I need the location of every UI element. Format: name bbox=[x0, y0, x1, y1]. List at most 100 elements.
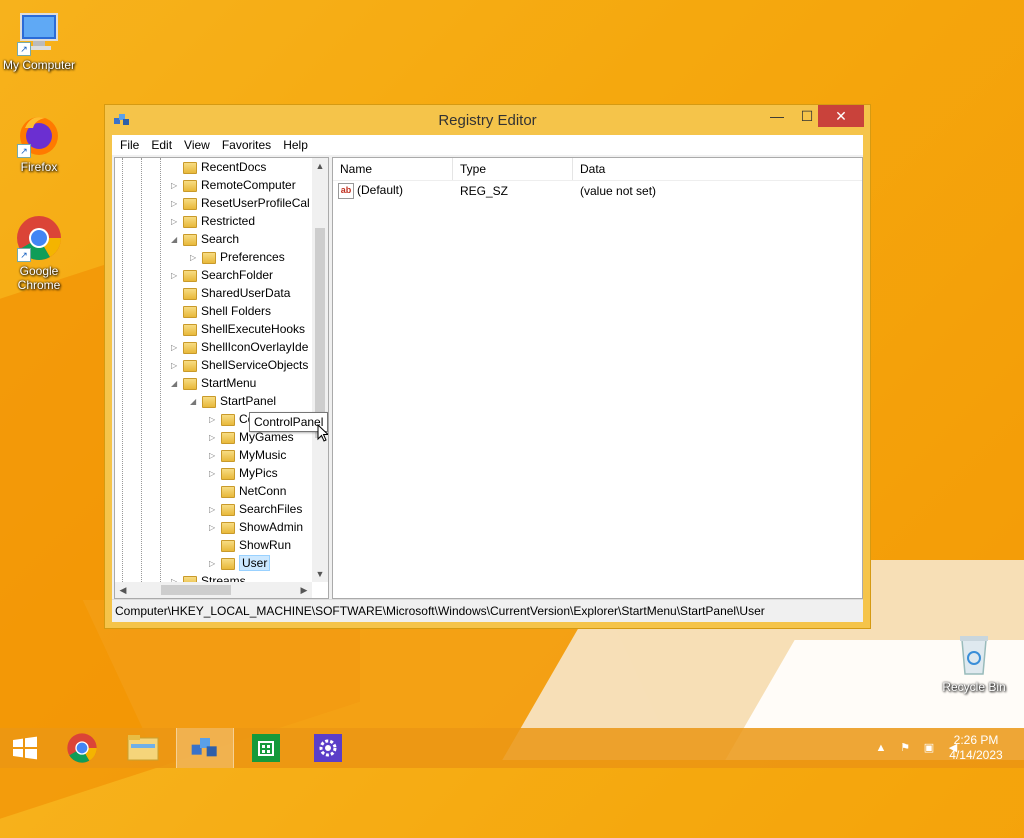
expand-arrow-icon[interactable]: ▷ bbox=[171, 339, 181, 357]
expand-arrow-icon[interactable]: ▷ bbox=[171, 357, 181, 375]
desktop-icon-recycle-bin[interactable]: Recycle Bin bbox=[936, 630, 1012, 694]
tree-node[interactable]: Shell Folders bbox=[171, 302, 271, 320]
clock-time: 2:26 PM bbox=[953, 733, 999, 747]
tree-horizontal-scrollbar[interactable]: ◀ ▶ bbox=[115, 582, 312, 598]
tree-node[interactable]: ▷ ShellIconOverlayIde bbox=[171, 338, 308, 356]
title-bar[interactable]: Registry Editor — ☐ ✕ bbox=[105, 105, 870, 135]
expand-arrow-icon[interactable]: ▷ bbox=[171, 195, 181, 213]
taskbar-settings-button[interactable] bbox=[300, 728, 356, 768]
folder-icon bbox=[183, 341, 197, 354]
minimize-button[interactable]: — bbox=[762, 105, 792, 127]
menu-help[interactable]: Help bbox=[277, 138, 314, 152]
collapse-arrow-icon[interactable]: ◢ bbox=[190, 393, 200, 411]
folder-icon bbox=[183, 377, 197, 390]
tree-node[interactable]: ▷ Restricted bbox=[171, 212, 255, 230]
taskbar-registry-editor-button[interactable] bbox=[176, 728, 234, 768]
computer-icon: ↗ bbox=[15, 8, 63, 56]
tree-node[interactable]: ShowRun bbox=[209, 536, 291, 554]
tree-node-label: ShowRun bbox=[239, 538, 292, 552]
expand-arrow-icon[interactable]: ▷ bbox=[209, 555, 219, 573]
tree-node[interactable]: NetConn bbox=[209, 482, 286, 500]
clock-date: 4/14/2023 bbox=[949, 748, 1003, 762]
expand-arrow-icon[interactable]: ▷ bbox=[171, 267, 181, 285]
taskbar-store-button[interactable] bbox=[238, 728, 294, 768]
action-center-icon[interactable]: ⚑ bbox=[898, 741, 912, 755]
expand-arrow-icon[interactable]: ▷ bbox=[209, 519, 219, 537]
tree-node[interactable]: ▷ Streams bbox=[171, 572, 246, 582]
tree-content: RecentDocs ▷ RemoteComputer ▷ ResetUserProfi… bbox=[115, 158, 312, 582]
scroll-thumb[interactable] bbox=[161, 585, 231, 595]
tree-node[interactable]: ◢ StartPanel bbox=[190, 392, 276, 410]
values-header: Name Type Data bbox=[333, 158, 862, 181]
menu-file[interactable]: File bbox=[114, 138, 145, 152]
tree-node[interactable]: ▷ Preferences bbox=[190, 248, 285, 266]
desktop-icon-my-computer[interactable]: ↗ My Computer bbox=[1, 8, 77, 72]
tree-node[interactable]: ◢ Search bbox=[171, 230, 239, 248]
window-client: File Edit View Favorites Help RecentDocs… bbox=[112, 135, 863, 622]
mouse-cursor-icon bbox=[317, 424, 328, 442]
column-header-type[interactable]: Type bbox=[453, 158, 573, 180]
desktop-icon-firefox[interactable]: ↗ Firefox bbox=[1, 110, 77, 174]
folder-icon bbox=[202, 251, 216, 264]
folder-icon bbox=[221, 467, 235, 480]
tree-node-label: SearchFiles bbox=[239, 502, 303, 516]
expand-arrow-icon[interactable]: ▷ bbox=[171, 177, 181, 195]
taskbar-file-explorer-button[interactable] bbox=[115, 728, 171, 768]
scroll-left-icon[interactable]: ◀ bbox=[115, 582, 131, 598]
tree-node[interactable]: ▷ MyMusic bbox=[209, 446, 286, 464]
tree-node[interactable]: ▷ User bbox=[209, 554, 271, 573]
expand-arrow-icon[interactable]: ▷ bbox=[209, 411, 219, 429]
expand-arrow-icon[interactable]: ▷ bbox=[171, 573, 181, 582]
tree-node[interactable]: ▷ ShellServiceObjects bbox=[171, 356, 308, 374]
desktop-icon-label: Recycle Bin bbox=[942, 680, 1006, 694]
tree-node[interactable]: SharedUserData bbox=[171, 284, 290, 302]
scroll-thumb[interactable] bbox=[315, 228, 325, 438]
tree-node-label: StartMenu bbox=[201, 376, 257, 390]
expand-arrow-icon[interactable]: ▷ bbox=[190, 249, 200, 267]
start-button[interactable] bbox=[0, 728, 50, 768]
tree-node[interactable]: ▷ ResetUserProfileCal bbox=[171, 194, 310, 212]
expand-arrow-icon[interactable]: ▷ bbox=[171, 213, 181, 231]
tree-node[interactable]: ▷ ShowAdmin bbox=[209, 518, 303, 536]
taskbar-chrome-button[interactable] bbox=[54, 728, 110, 768]
network-icon[interactable]: ▣ bbox=[922, 741, 936, 755]
column-header-name[interactable]: Name bbox=[333, 158, 453, 180]
value-row[interactable]: ab (Default) REG_SZ (value not set) bbox=[333, 181, 862, 201]
tree-node[interactable]: ▷ MyPics bbox=[209, 464, 278, 482]
desktop-icon-label: My Computer bbox=[2, 58, 76, 72]
tree-node[interactable]: ▷ SearchFiles bbox=[209, 500, 302, 518]
tree-node[interactable]: ShellExecuteHooks bbox=[171, 320, 305, 338]
folder-icon bbox=[221, 485, 235, 498]
registry-editor-window[interactable]: Registry Editor — ☐ ✕ File Edit View Fav… bbox=[104, 104, 871, 629]
tree-node-label: NetConn bbox=[239, 484, 287, 498]
clock[interactable]: 2:26 PM 4/14/2023 bbox=[944, 733, 1008, 763]
menu-view[interactable]: View bbox=[178, 138, 216, 152]
tree-node[interactable]: ◢ StartMenu bbox=[171, 374, 256, 392]
registry-tree[interactable]: RecentDocs ▷ RemoteComputer ▷ ResetUserProfi… bbox=[114, 157, 329, 599]
tree-guide-line bbox=[122, 158, 123, 582]
folder-icon bbox=[221, 503, 235, 516]
tree-node[interactable]: ▷ SearchFolder bbox=[171, 266, 273, 284]
scroll-down-icon[interactable]: ▼ bbox=[312, 566, 328, 582]
menu-edit[interactable]: Edit bbox=[145, 138, 178, 152]
menu-favorites[interactable]: Favorites bbox=[216, 138, 277, 152]
expand-arrow-icon[interactable]: ▷ bbox=[209, 501, 219, 519]
show-hidden-icons-arrow[interactable]: ▲ bbox=[874, 741, 888, 755]
tree-node[interactable]: ▷ RemoteComputer bbox=[171, 176, 296, 194]
column-header-data[interactable]: Data bbox=[573, 158, 859, 180]
scroll-up-icon[interactable]: ▲ bbox=[312, 158, 328, 174]
collapse-arrow-icon[interactable]: ◢ bbox=[171, 375, 181, 393]
tree-guide-line bbox=[141, 158, 142, 582]
collapse-arrow-icon[interactable]: ◢ bbox=[171, 231, 181, 249]
close-button[interactable]: ✕ bbox=[818, 105, 864, 127]
tree-vertical-scrollbar[interactable]: ▲ ▼ bbox=[312, 158, 328, 582]
values-pane[interactable]: Name Type Data ab (Default) REG_SZ (value… bbox=[332, 157, 863, 599]
expand-arrow-icon[interactable]: ▷ bbox=[209, 447, 219, 465]
desktop-icon-label: Firefox bbox=[20, 160, 58, 174]
scroll-right-icon[interactable]: ▶ bbox=[296, 582, 312, 598]
tree-node[interactable]: RecentDocs bbox=[171, 158, 266, 176]
expand-arrow-icon[interactable]: ▷ bbox=[209, 429, 219, 447]
desktop-icon-google-chrome[interactable]: ↗ Google Chrome bbox=[1, 214, 77, 292]
menu-bar: File Edit View Favorites Help bbox=[112, 135, 863, 155]
expand-arrow-icon[interactable]: ▷ bbox=[209, 465, 219, 483]
